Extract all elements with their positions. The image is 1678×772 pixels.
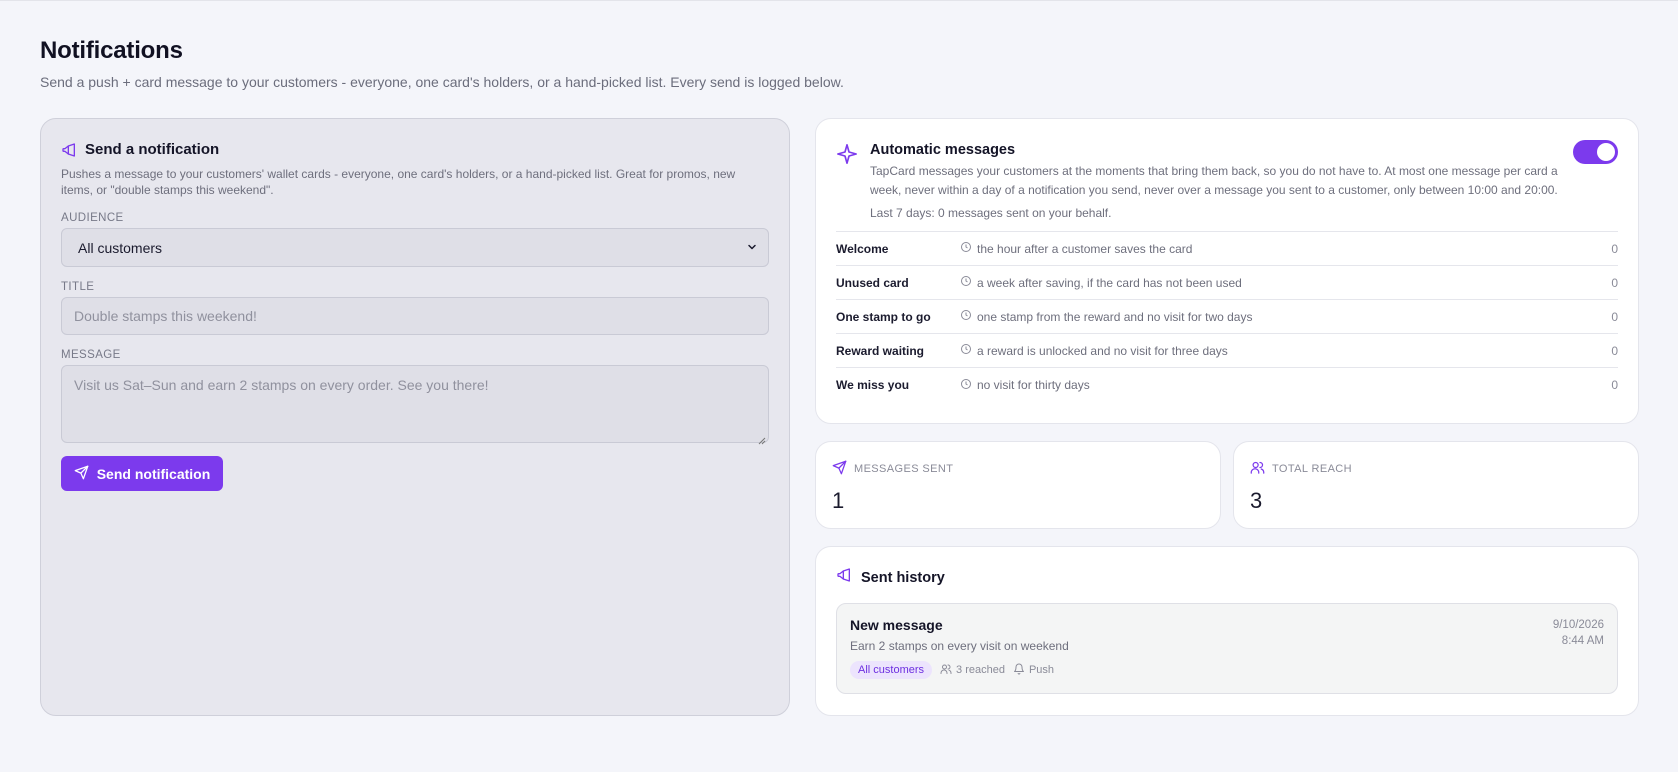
send-notification-panel: Send a notification Pushes a message to … — [40, 118, 790, 716]
message-textarea[interactable]: Visit us Sat–Sun and earn 2 stamps on ev… — [61, 365, 769, 445]
rule-count: 0 — [1611, 309, 1618, 324]
messages-sent-value: 1 — [832, 488, 845, 513]
rule-name: Welcome — [836, 241, 889, 256]
total-reach-label-row: TOTAL REACH — [1250, 460, 1622, 478]
rule-when-text: one stamp from the reward and no visit f… — [977, 309, 1253, 324]
channel-text: Push — [1028, 664, 1055, 676]
channel-meta: Push — [1013, 663, 1054, 678]
automatic-messages-card: Automatic messages TapCard messages your… — [815, 118, 1639, 424]
message-textarea-placeholder: Visit us Sat–Sun and earn 2 stamps on ev… — [74, 377, 489, 393]
rule-row-we-miss-you: We miss you no visit for thirty days 0 — [836, 368, 1618, 402]
rule-name: Reward waiting — [836, 343, 925, 358]
users-icon — [940, 663, 952, 678]
rule-row-one-stamp-to-go: One stamp to go one stamp from the rewar… — [836, 300, 1618, 334]
audience-select[interactable]: All customers — [61, 228, 769, 267]
send-button-label: Send notification — [96, 465, 211, 482]
reached-text: 3 reached — [956, 664, 1005, 676]
clock-icon — [960, 275, 972, 290]
clock-icon — [960, 378, 972, 393]
title-input-placeholder: Double stamps this weekend! — [74, 308, 257, 324]
rule-when: a week after saving, if the card has not… — [960, 275, 1611, 290]
rule-name: One stamp to go — [836, 309, 931, 324]
automatic-messages-toggle[interactable] — [1573, 140, 1618, 164]
message-label: MESSAGE — [61, 349, 121, 361]
audience-chip: All customers — [850, 661, 933, 679]
rule-name: Unused card — [836, 275, 909, 290]
messages-sent-card: MESSAGES SENT 1 — [815, 441, 1221, 529]
history-header: Sent history — [836, 567, 1618, 588]
history-item-meta: All customers 3 reached Push — [850, 661, 1604, 679]
rule-count: 0 — [1611, 241, 1618, 256]
history-item-timestamp: 9/10/2026 8:44 AM — [1553, 617, 1604, 649]
send-notification-button[interactable]: Send notification — [61, 456, 223, 491]
clock-icon — [960, 343, 972, 358]
page-subtitle: Send a push + card message to your custo… — [40, 74, 844, 90]
send-panel-header: Send a notification — [61, 141, 769, 158]
rule-when-text: no visit for thirty days — [977, 378, 1090, 392]
clock-icon — [960, 241, 972, 256]
total-reach-card: TOTAL REACH 3 — [1233, 441, 1639, 529]
send-panel-title: Send a notification — [85, 141, 220, 158]
users-icon — [1250, 460, 1265, 478]
title-input[interactable]: Double stamps this weekend! — [61, 297, 769, 335]
messages-sent-label-row: MESSAGES SENT — [832, 460, 1204, 478]
send-panel-description: Pushes a message to your customers' wall… — [61, 167, 736, 197]
total-reach-label: TOTAL REACH — [1272, 463, 1352, 475]
sparkle-icon — [836, 143, 858, 165]
auto-description: TapCard messages your customers at the m… — [870, 164, 1558, 197]
auto-header: Automatic messages TapCard messages your… — [836, 139, 1618, 220]
megaphone-icon — [61, 142, 77, 158]
messages-sent-label: MESSAGES SENT — [854, 463, 954, 475]
history-item-body: Earn 2 stamps on every visit on weekend — [850, 639, 1069, 653]
rule-when: a reward is unlocked and no visit for th… — [960, 343, 1611, 358]
rule-when-text: a reward is unlocked and no visit for th… — [977, 343, 1228, 358]
rule-row-unused-card: Unused card a week after saving, if the … — [836, 266, 1618, 300]
rule-count: 0 — [1611, 378, 1618, 392]
bell-icon — [1013, 663, 1025, 678]
rule-when-text: the hour after a customer saves the card — [977, 241, 1193, 256]
history-title: Sent history — [861, 569, 945, 586]
auto-title: Automatic messages — [870, 142, 1016, 158]
history-item-title: New message — [850, 617, 943, 633]
page-title: Notifications — [40, 37, 183, 64]
toggle-knob — [1597, 143, 1615, 161]
rule-when: no visit for thirty days — [960, 378, 1611, 393]
title-label: TITLE — [61, 281, 95, 293]
sent-history-card: Sent history New message Earn 2 stamps o… — [815, 546, 1639, 716]
reached-meta: 3 reached — [940, 663, 1005, 678]
auto-body: Automatic messages TapCard messages your… — [870, 139, 1618, 220]
history-item-date: 9/10/2026 — [1552, 619, 1604, 631]
send-icon — [74, 465, 89, 483]
rule-row-welcome: Welcome the hour after a customer saves … — [836, 232, 1618, 266]
auto-stat: Last 7 days: 0 messages sent on your beh… — [870, 206, 1112, 220]
page-header: Notifications Send a push + card message… — [40, 37, 844, 90]
rule-count: 0 — [1611, 275, 1618, 290]
clock-icon — [960, 309, 972, 324]
chevron-down-icon — [746, 240, 758, 256]
history-item-time: 8:44 AM — [1561, 635, 1604, 647]
audience-label: AUDIENCE — [61, 212, 124, 224]
resize-handle-icon[interactable] — [758, 432, 766, 445]
history-item[interactable]: New message Earn 2 stamps on every visit… — [836, 603, 1618, 694]
rule-when-text: a week after saving, if the card has not… — [977, 275, 1242, 290]
audience-selected-value: All customers — [78, 239, 163, 256]
rule-when: the hour after a customer saves the card — [960, 241, 1611, 256]
rule-when: one stamp from the reward and no visit f… — [960, 309, 1611, 324]
megaphone-icon — [836, 567, 852, 588]
auto-rules-list: Welcome the hour after a customer saves … — [836, 231, 1618, 402]
rule-name: We miss you — [836, 378, 910, 392]
rule-count: 0 — [1611, 343, 1618, 358]
total-reach-value: 3 — [1250, 488, 1263, 513]
rule-row-reward-waiting: Reward waiting a reward is unlocked and … — [836, 334, 1618, 368]
send-icon — [832, 460, 847, 478]
